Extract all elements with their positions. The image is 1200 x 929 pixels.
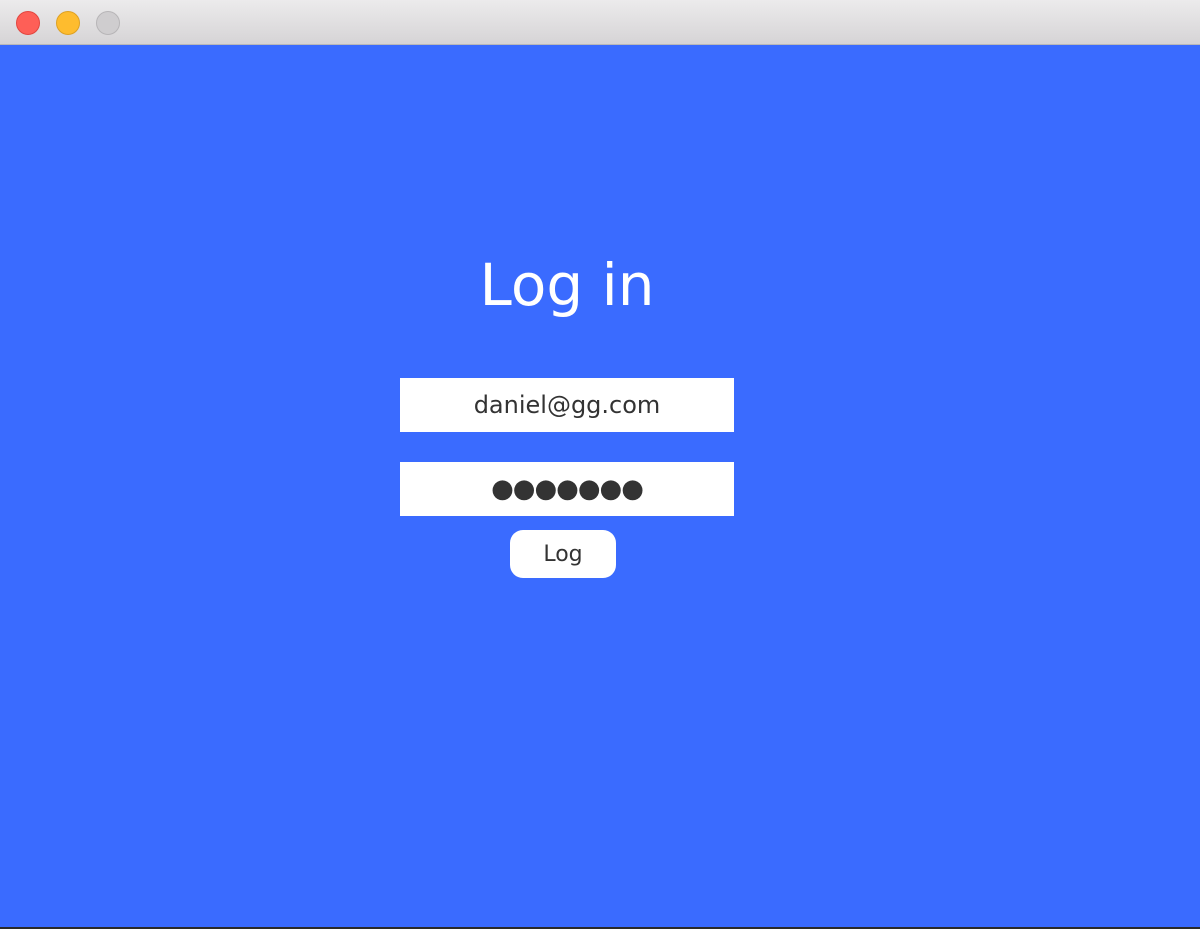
title-bar[interactable] [0, 0, 1200, 45]
password-field[interactable]: ●●●●●●● [400, 462, 734, 516]
zoom-window-button[interactable] [96, 11, 120, 35]
log-button[interactable]: Log [510, 530, 616, 578]
close-window-button[interactable] [16, 11, 40, 35]
app-window: Log in daniel@gg.com ●●●●●●● Log [0, 0, 1200, 927]
login-view: Log in daniel@gg.com ●●●●●●● Log [0, 45, 1200, 927]
minimize-window-button[interactable] [56, 11, 80, 35]
email-field[interactable]: daniel@gg.com [400, 378, 734, 432]
page-title: Log in [479, 251, 655, 319]
